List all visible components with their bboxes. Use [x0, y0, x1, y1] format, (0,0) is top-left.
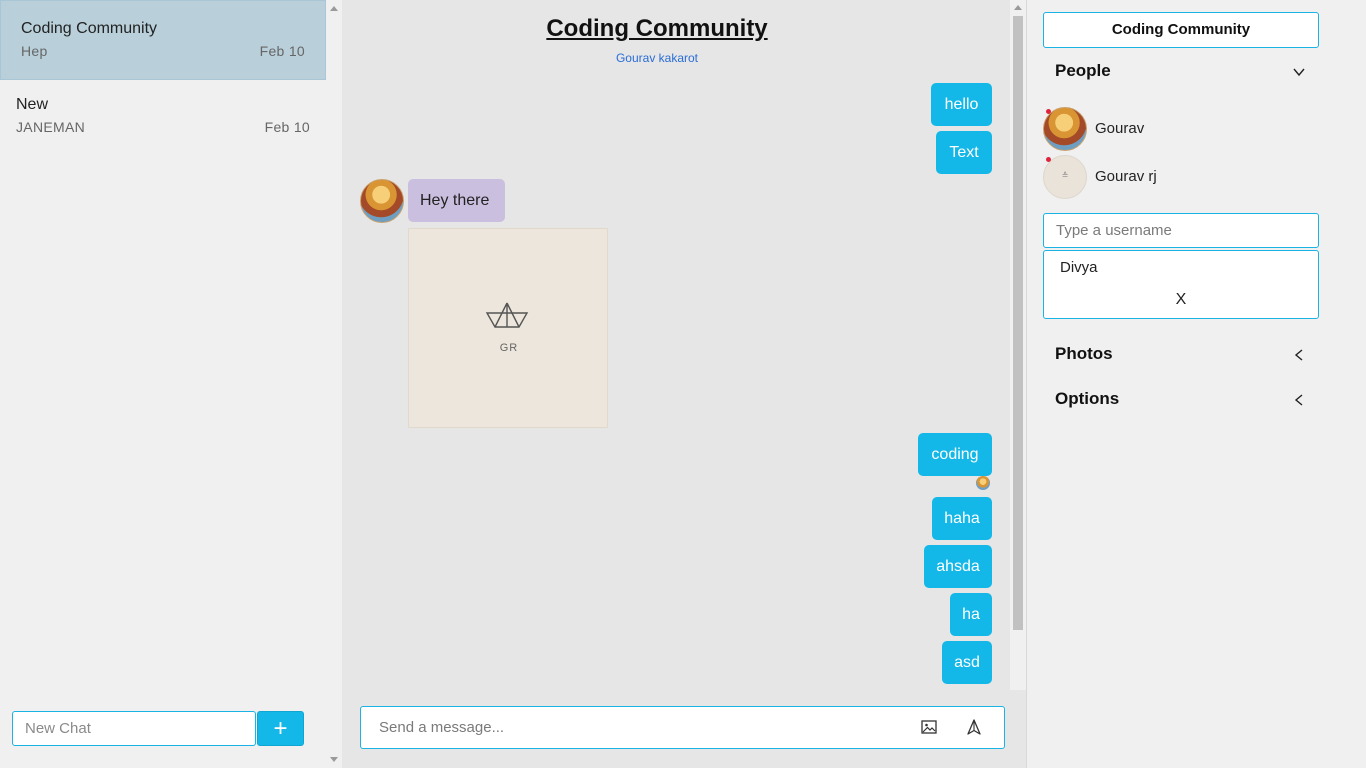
- message-bubble-mine: Text: [936, 131, 992, 174]
- chat-card-date: Feb 10: [264, 119, 310, 135]
- chevron-down-icon[interactable]: [1293, 66, 1305, 78]
- message-bubble-mine: ahsda: [924, 545, 992, 588]
- message-bubble-theirs: Hey there: [408, 179, 505, 222]
- new-chat-button[interactable]: +: [257, 711, 304, 746]
- scroll-down-arrow-icon[interactable]: [330, 757, 338, 762]
- person-name: Gourav: [1095, 120, 1145, 137]
- scrollbar-thumb[interactable]: [1013, 16, 1023, 630]
- online-status-dot: [1046, 109, 1051, 114]
- chat-card-title: New: [16, 96, 49, 113]
- options-section-header[interactable]: Options: [1055, 389, 1305, 409]
- image-upload-icon[interactable]: [921, 719, 937, 735]
- chat-card-date: Feb 10: [259, 43, 305, 59]
- people-label: People: [1055, 61, 1111, 80]
- photos-section-header[interactable]: Photos: [1055, 344, 1305, 364]
- chat-card-new[interactable]: New JANEMAN Feb 10: [0, 80, 326, 160]
- chat-card-title: Coding Community: [21, 20, 158, 37]
- chat-subtitle: Gourav kakarot: [615, 51, 699, 65]
- read-receipt-avatar: [976, 476, 990, 490]
- boat-logo-icon: [485, 302, 529, 328]
- chat-list-sidebar: Coding Community Hep Feb 10 New JANEMAN …: [0, 0, 342, 768]
- options-label: Options: [1055, 389, 1120, 408]
- message-bubble-mine: coding: [918, 433, 992, 476]
- message-bubble-mine: ha: [950, 593, 992, 636]
- chat-feed-scrollbar[interactable]: [1010, 0, 1026, 690]
- person-name: Gourav rj: [1095, 168, 1157, 185]
- message-bubble-mine: hello: [931, 83, 992, 126]
- sender-avatar: [360, 179, 404, 223]
- chat-card-coding-community[interactable]: Coding Community Hep Feb 10: [0, 0, 326, 80]
- photos-label: Photos: [1055, 344, 1113, 363]
- message-bubble-mine: asd: [942, 641, 992, 684]
- online-status-dot: [1046, 157, 1051, 162]
- message-composer: [360, 706, 1005, 749]
- username-search-input[interactable]: [1043, 213, 1319, 248]
- chat-settings-panel: Coding Community People Gourav ≙ Gourav …: [1026, 0, 1366, 768]
- people-section-header[interactable]: People: [1055, 61, 1305, 81]
- chevron-left-icon[interactable]: [1293, 349, 1305, 361]
- message-bubble-mine: haha: [932, 497, 992, 540]
- scroll-up-arrow-icon[interactable]: [1014, 5, 1022, 10]
- new-chat-input[interactable]: [12, 711, 256, 746]
- chat-feed: Coding Community Gourav kakarot hello Te…: [342, 0, 1026, 768]
- person-card-gourav[interactable]: Gourav: [1043, 107, 1323, 151]
- chat-card-last-message: Hep: [21, 43, 48, 59]
- close-suggestion-button[interactable]: X: [1044, 291, 1318, 309]
- chat-card-last-message: JANEMAN: [16, 119, 85, 135]
- image-logo-text: GR: [499, 342, 519, 354]
- person-card-gourav-rj[interactable]: ≙ Gourav rj: [1043, 155, 1323, 199]
- username-suggestion-box: Divya X: [1043, 250, 1319, 319]
- avatar-placeholder-icon: ≙: [1061, 171, 1069, 180]
- chat-title: Coding Community: [546, 15, 768, 42]
- suggestion-item[interactable]: Divya: [1060, 259, 1098, 276]
- sidebar-scrollbar[interactable]: [326, 0, 342, 768]
- scroll-up-arrow-icon[interactable]: [330, 6, 338, 11]
- chevron-left-icon[interactable]: [1293, 394, 1305, 406]
- message-input[interactable]: [361, 707, 901, 748]
- message-image-attachment[interactable]: GR: [408, 228, 608, 428]
- send-icon[interactable]: [966, 719, 982, 735]
- chat-title-field[interactable]: Coding Community: [1043, 12, 1319, 48]
